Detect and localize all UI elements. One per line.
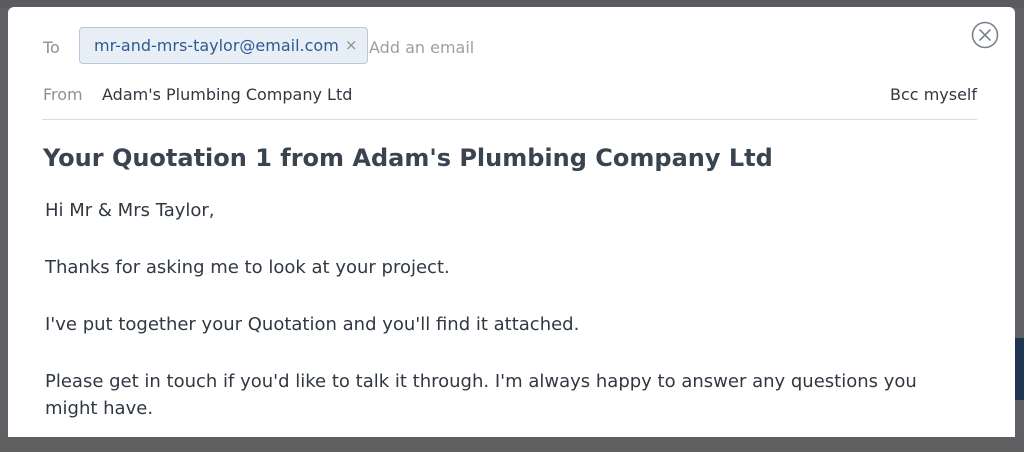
body-paragraph: Hi Mr & Mrs Taylor, — [45, 200, 215, 221]
to-label: To — [43, 38, 60, 57]
close-icon[interactable] — [971, 21, 999, 49]
body-paragraph: Please get in touch if you'd like to tal… — [45, 371, 917, 419]
body-paragraph: I've put together your Quotation and you… — [45, 314, 580, 335]
recipient-chip[interactable]: mr-and-mrs-taylor@email.com × — [79, 27, 369, 64]
email-compose-modal: To mr-and-mrs-taylor@email.com × From Ad… — [8, 7, 1015, 437]
remove-recipient-icon[interactable]: × — [345, 38, 358, 53]
recipient-email: mr-and-mrs-taylor@email.com — [94, 36, 339, 55]
email-subject[interactable]: Your Quotation 1 from Adam's Plumbing Co… — [43, 144, 773, 172]
from-value: Adam's Plumbing Company Ltd — [102, 85, 353, 104]
from-label: From — [43, 85, 83, 104]
header-divider — [42, 119, 977, 120]
bcc-myself-toggle[interactable]: Bcc myself — [890, 85, 977, 104]
email-body[interactable]: Hi Mr & Mrs Taylor, Thanks for asking me… — [45, 197, 965, 452]
body-paragraph: Thanks for asking me to look at your pro… — [45, 257, 450, 278]
add-email-input[interactable] — [369, 34, 609, 60]
background-panel-edge — [1014, 338, 1024, 400]
